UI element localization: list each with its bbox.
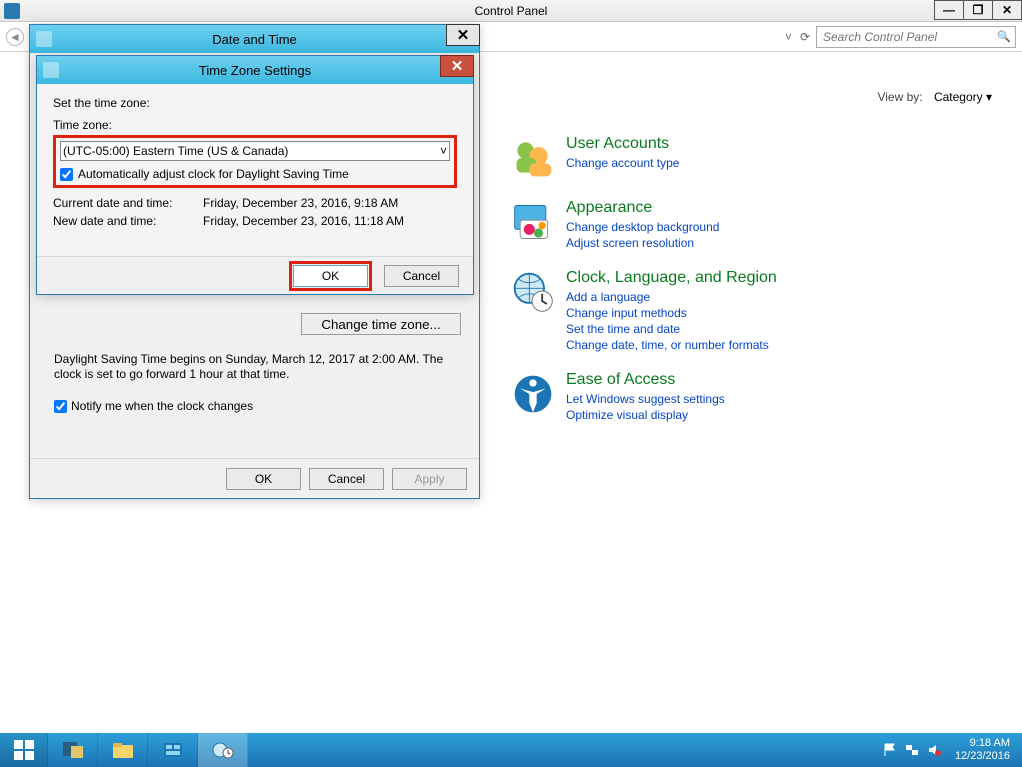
link-let-windows-suggest[interactable]: Let Windows suggest settings	[566, 391, 725, 407]
link-set-time-date[interactable]: Set the time and date	[566, 321, 777, 337]
category-title[interactable]: Ease of Access	[566, 371, 725, 389]
category-user-accounts: User Accounts Change account type	[510, 135, 990, 181]
category-ease-of-access: Ease of Access Let Windows suggest setti…	[510, 371, 990, 423]
tz-titlebar: Time Zone Settings ✕	[37, 56, 473, 84]
date-time-button-row: OK Cancel Apply	[30, 458, 479, 498]
dst-info-text: Daylight Saving Time begins on Sunday, M…	[54, 352, 455, 382]
view-by: View by: Category ▾	[877, 90, 992, 104]
link-change-date-time-formats[interactable]: Change date, time, or number formats	[566, 337, 777, 353]
auto-dst-label: Automatically adjust clock for Daylight …	[78, 167, 349, 181]
taskbar-server-manager[interactable]	[48, 733, 98, 767]
system-tray: 9:18 AM 12/23/2016	[877, 733, 1022, 767]
new-datetime-label: New date and time:	[53, 214, 203, 228]
current-datetime-label: Current date and time:	[53, 196, 203, 210]
close-button[interactable]: ✕	[992, 0, 1022, 20]
taskbar-date: 12/23/2016	[955, 750, 1010, 763]
tz-title: Time Zone Settings	[199, 63, 311, 78]
taskbar-file-explorer[interactable]	[98, 733, 148, 767]
address-dropdown-icon[interactable]: ˅	[785, 30, 792, 44]
category-title[interactable]: Clock, Language, and Region	[566, 269, 777, 287]
link-change-input-methods[interactable]: Change input methods	[566, 305, 777, 321]
tz-cancel-button[interactable]: Cancel	[384, 265, 459, 287]
ease-of-access-icon	[510, 371, 556, 417]
search-input[interactable]	[821, 29, 997, 45]
taskbar-app-1[interactable]	[148, 733, 198, 767]
search-box[interactable]: 🔍	[816, 26, 1016, 48]
minimize-button[interactable]: —	[934, 0, 964, 20]
view-by-label: View by:	[877, 90, 922, 104]
category-appearance: Appearance Change desktop background Adj…	[510, 199, 990, 251]
link-adjust-screen-resolution[interactable]: Adjust screen resolution	[566, 235, 719, 251]
appearance-icon	[510, 199, 556, 245]
date-time-ok-button[interactable]: OK	[226, 468, 301, 490]
taskbar-date-time[interactable]	[198, 733, 248, 767]
flag-icon[interactable]	[883, 743, 897, 757]
taskbar-clock[interactable]: 9:18 AM 12/23/2016	[949, 737, 1016, 763]
tz-icon	[43, 62, 59, 78]
time-zone-label: Time zone:	[53, 118, 457, 132]
highlighted-timezone-area: (UTC-05:00) Eastern Time (US & Canada) ˅…	[53, 135, 457, 188]
category-title[interactable]: Appearance	[566, 199, 719, 217]
change-time-zone-button[interactable]: Change time zone...	[301, 313, 461, 335]
date-time-title: Date and Time	[212, 32, 297, 47]
taskbar-time: 9:18 AM	[955, 737, 1010, 750]
taskbar: 9:18 AM 12/23/2016	[0, 733, 1022, 767]
notify-checkbox[interactable]	[54, 400, 67, 413]
date-time-icon	[36, 31, 52, 47]
control-panel-titlebar: Control Panel — ❐ ✕	[0, 0, 1022, 22]
link-add-language[interactable]: Add a language	[566, 289, 777, 305]
tz-ok-button[interactable]: OK	[293, 265, 368, 287]
new-datetime-value: Friday, December 23, 2016, 11:18 AM	[203, 214, 404, 228]
category-title[interactable]: User Accounts	[566, 135, 679, 153]
region-icon	[510, 269, 556, 315]
start-button[interactable]	[0, 733, 48, 767]
date-time-titlebar: Date and Time ✕	[30, 25, 479, 53]
control-panel-icon	[4, 3, 20, 19]
network-icon[interactable]	[905, 743, 919, 757]
user-accounts-icon	[510, 135, 556, 181]
nav-back-button[interactable]: ◄	[6, 28, 24, 46]
view-by-dropdown[interactable]: Category ▾	[934, 90, 992, 104]
link-change-account-type[interactable]: Change account type	[566, 155, 679, 171]
window-title: Control Panel	[475, 4, 548, 18]
time-zone-dropdown[interactable]: (UTC-05:00) Eastern Time (US & Canada) ˅	[60, 141, 450, 161]
link-change-desktop-background[interactable]: Change desktop background	[566, 219, 719, 235]
refresh-button[interactable]: ⟳	[800, 30, 810, 44]
time-zone-settings-dialog: Time Zone Settings ✕ Set the time zone: …	[36, 55, 474, 295]
link-optimize-visual-display[interactable]: Optimize visual display	[566, 407, 725, 423]
highlighted-ok-wrap: OK	[289, 261, 372, 291]
current-datetime-value: Friday, December 23, 2016, 9:18 AM	[203, 196, 398, 210]
notify-label: Notify me when the clock changes	[71, 399, 253, 413]
tz-close-button[interactable]: ✕	[440, 55, 474, 77]
tz-button-row: OK Cancel	[37, 256, 473, 294]
time-zone-selected: (UTC-05:00) Eastern Time (US & Canada)	[63, 144, 288, 158]
date-time-close-button[interactable]: ✕	[446, 24, 480, 46]
search-icon: 🔍	[997, 30, 1011, 43]
date-time-apply-button: Apply	[392, 468, 467, 490]
sound-icon[interactable]	[927, 743, 941, 757]
set-time-zone-label: Set the time zone:	[53, 96, 457, 110]
chevron-down-icon: ˅	[440, 144, 447, 158]
auto-dst-checkbox[interactable]	[60, 168, 73, 181]
maximize-button[interactable]: ❐	[963, 0, 993, 20]
category-clock-language-region: Clock, Language, and Region Add a langua…	[510, 269, 990, 353]
date-time-cancel-button[interactable]: Cancel	[309, 468, 384, 490]
